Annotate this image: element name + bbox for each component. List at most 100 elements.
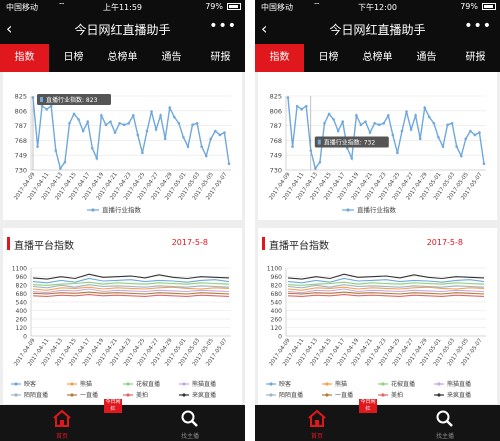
y-tick-label: 540 <box>271 300 283 307</box>
tab-4[interactable]: 研报 <box>196 44 245 72</box>
industry-point <box>473 133 477 137</box>
legend-marker <box>437 382 441 386</box>
legend-marker <box>346 208 350 212</box>
brand-logo: 今日网红 <box>104 399 122 413</box>
more-icon[interactable]: ••• <box>209 18 237 34</box>
nav-home[interactable]: 首页 <box>22 405 102 441</box>
industry-point <box>68 121 71 125</box>
y-tick-label: 806 <box>270 107 282 115</box>
industry-point <box>377 123 381 127</box>
tab-2[interactable]: 总榜单 <box>353 44 402 72</box>
industry-point <box>382 121 386 125</box>
legend-label: 直播行业指数 <box>357 205 397 214</box>
legend-label: 来疯直播 <box>192 391 216 399</box>
legend-label: 一直播 <box>80 391 98 399</box>
y-tick-label: 730 <box>270 167 282 175</box>
legend-label: 熊猫直播 <box>192 380 216 388</box>
industry-point <box>364 120 367 124</box>
industry-point <box>455 145 458 148</box>
home-icon <box>53 409 71 427</box>
industry-point <box>450 121 454 125</box>
industry-point <box>391 133 395 137</box>
platform-series-line <box>32 288 230 294</box>
industry-point <box>86 120 89 124</box>
y-tick-label: 260 <box>16 317 28 324</box>
platform-series-line <box>32 277 230 284</box>
industry-point <box>304 104 308 108</box>
tab-1[interactable]: 日榜 <box>304 44 353 72</box>
platform-series-line <box>287 277 485 284</box>
nav-search[interactable]: 找主播 <box>405 405 485 441</box>
legend-marker <box>126 393 130 397</box>
tab-3[interactable]: 通告 <box>147 44 196 72</box>
platform-index-card: 直播平台指数 2017-5-8 1100 960 820 680 540 400 260 12… <box>258 228 497 404</box>
y-tick-label: 120 <box>271 325 283 332</box>
legend-marker <box>437 393 441 397</box>
y-tick-label: 730 <box>15 167 27 175</box>
legend-marker <box>14 382 18 386</box>
tab-3[interactable]: 通告 <box>402 44 451 72</box>
tab-0[interactable]: 指数 <box>0 44 49 72</box>
legend-label: 一直播 <box>335 391 353 399</box>
industry-point <box>136 133 140 137</box>
tab-0[interactable]: 指数 <box>255 44 304 72</box>
legend-label: 花椒直播 <box>391 380 415 388</box>
legend-label: 花椒直播 <box>136 380 160 388</box>
industry-point <box>209 137 213 141</box>
bottom-nav: 首页 今日网红 找主播 <box>0 399 245 441</box>
industry-point <box>54 149 58 152</box>
nav-search[interactable]: 找主播 <box>150 405 230 441</box>
industry-point <box>286 96 290 99</box>
y-tick-label: 120 <box>16 325 28 332</box>
industry-point <box>218 133 222 137</box>
y-tick-label: 820 <box>16 283 28 290</box>
industry-index-chart: 8258067877687497302017-04-092017-04-1120… <box>268 93 486 214</box>
tab-2[interactable]: 总榜单 <box>98 44 147 72</box>
industry-point <box>214 129 217 133</box>
more-icon[interactable]: ••• <box>464 18 492 34</box>
industry-point <box>49 104 53 108</box>
industry-point <box>336 129 340 133</box>
home-icon <box>308 409 326 427</box>
platform-index-chart: 110096082068054040026012002017-04-092017… <box>266 266 486 399</box>
legend-marker <box>14 393 18 397</box>
tab-1[interactable]: 日榜 <box>49 44 98 72</box>
legend-label: 熊猫 <box>335 380 347 388</box>
industry-point <box>200 145 203 148</box>
legend-label: 映客 <box>279 380 291 388</box>
industry-point <box>314 167 317 170</box>
y-tick-label: 260 <box>271 317 283 324</box>
y-tick-label: 749 <box>15 152 27 160</box>
y-tick-label: 825 <box>270 93 282 101</box>
industry-point <box>300 107 303 111</box>
legend-marker <box>182 393 186 397</box>
industry-point <box>145 129 149 133</box>
industry-point <box>437 135 440 139</box>
tab-4[interactable]: 研报 <box>451 44 500 72</box>
industry-point <box>409 128 413 131</box>
industry-series-line <box>32 97 230 171</box>
y-tick-label: 400 <box>271 308 283 315</box>
y-tick-label: 806 <box>15 107 27 115</box>
tooltip-swatch <box>317 139 321 145</box>
industry-index-card: 825 806 787 768 749 730 2017-04-09 2017-04-11 20… <box>3 72 242 220</box>
industry-point <box>227 162 231 166</box>
industry-point <box>45 107 48 111</box>
legend-marker <box>70 382 74 386</box>
industry-point <box>177 121 181 125</box>
y-tick-label: 0 <box>278 334 282 341</box>
industry-point <box>159 114 162 117</box>
industry-index-card: 825 806 787 768 749 730 2017-04-09 2017-04-11 20… <box>258 72 497 220</box>
nav-home-label: 首页 <box>55 433 68 440</box>
y-tick-label: 0 <box>23 334 27 341</box>
industry-point <box>109 120 112 124</box>
legend-label: 熊猫 <box>80 380 92 388</box>
platform-series-line <box>32 294 230 297</box>
industry-point <box>478 131 481 134</box>
industry-point <box>396 151 399 155</box>
phone-screen-right: 中国移动 ⌔ 下午12:00 79% ‹ 今日网红直播助手 ••• 指数 日榜 总榜… <box>255 0 500 441</box>
industry-point <box>323 121 326 125</box>
y-tick-label: 787 <box>270 122 282 130</box>
nav-home[interactable]: 首页 <box>277 405 357 441</box>
status-bar: 中国移动 ⌔ 上午11:59 79% <box>0 0 245 14</box>
